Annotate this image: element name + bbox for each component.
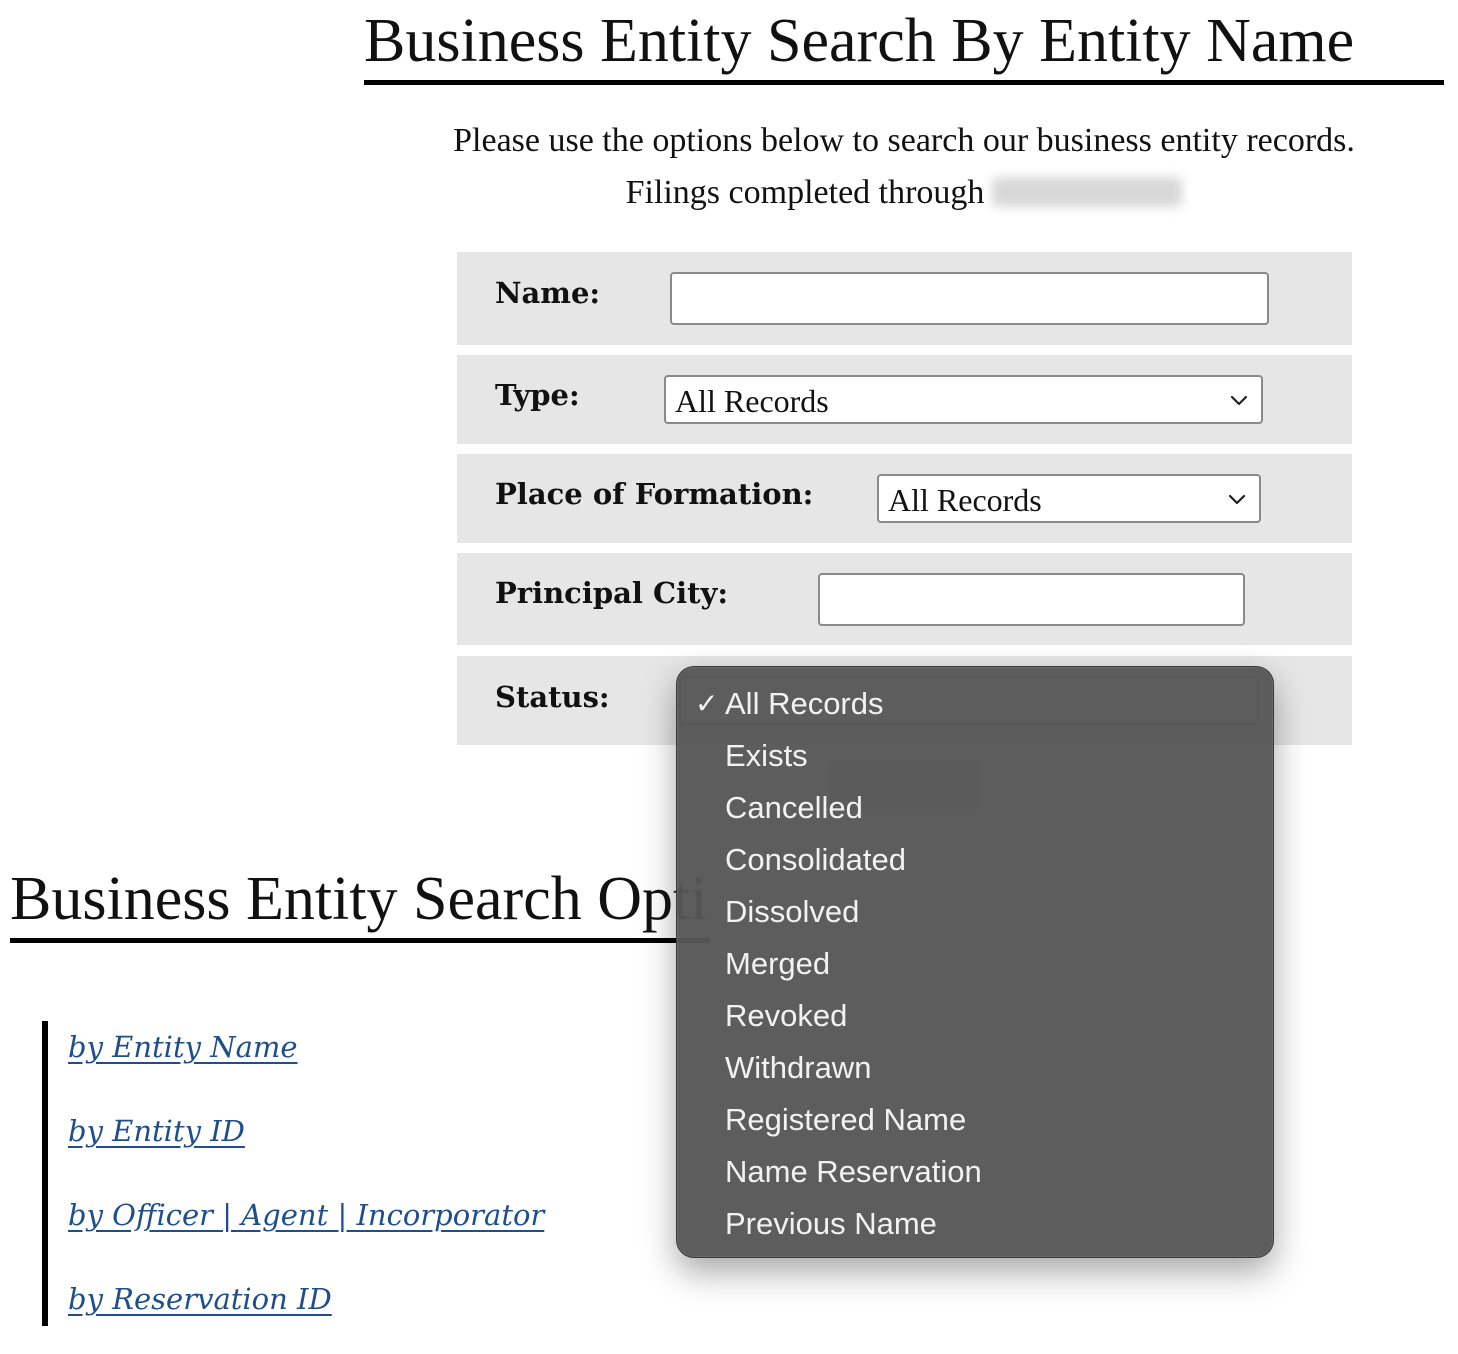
- status-label: Status:: [495, 680, 610, 714]
- link-by-officer-agent-incorporator[interactable]: by Officer | Agent | Incorporator: [68, 1197, 544, 1233]
- page-title: Business Entity Search By Entity Name: [364, 6, 1444, 85]
- type-row: Type: All Records: [457, 355, 1352, 444]
- place-of-formation-select-value: All Records: [888, 482, 1042, 518]
- name-row: Name:: [457, 252, 1352, 345]
- status-option-merged[interactable]: Merged: [677, 938, 1273, 990]
- status-option-dissolved[interactable]: Dissolved: [677, 886, 1273, 938]
- name-input[interactable]: [670, 272, 1269, 325]
- link-by-reservation-id[interactable]: by Reservation ID: [68, 1281, 332, 1317]
- status-option-exists[interactable]: Exists: [677, 730, 1273, 782]
- status-option-withdrawn[interactable]: Withdrawn: [677, 1042, 1273, 1094]
- status-option-consolidated[interactable]: Consolidated: [677, 834, 1273, 886]
- checkmark-icon: ✓: [695, 688, 719, 719]
- status-option-cancelled[interactable]: Cancelled: [677, 782, 1273, 834]
- links-divider-bar: [42, 1021, 48, 1326]
- link-by-entity-name[interactable]: by Entity Name: [68, 1029, 298, 1065]
- principal-city-label: Principal City:: [495, 576, 729, 610]
- intro-text: Please use the options below to search o…: [453, 122, 1355, 159]
- filings-completed-label: Filings completed through: [625, 174, 985, 211]
- status-dropdown-menu: ✓ All Records Exists Cancelled Consolida…: [676, 666, 1274, 1258]
- principal-city-input[interactable]: [818, 573, 1245, 626]
- status-option-revoked[interactable]: Revoked: [677, 990, 1273, 1042]
- status-option-all-records[interactable]: ✓ All Records: [677, 678, 1273, 730]
- status-option-registered-name[interactable]: Registered Name: [677, 1094, 1273, 1146]
- status-option-name-reservation[interactable]: Name Reservation: [677, 1146, 1273, 1198]
- link-by-entity-id[interactable]: by Entity ID: [68, 1113, 245, 1149]
- redacted-date: [992, 177, 1183, 207]
- chevron-down-icon: [1228, 494, 1246, 505]
- filings-completed-line: Filings completed through: [364, 173, 1444, 213]
- principal-city-row: Principal City:: [457, 553, 1352, 645]
- place-of-formation-select[interactable]: All Records: [877, 474, 1261, 523]
- search-options-heading: Business Entity Search Options: [10, 864, 710, 943]
- type-select-value: All Records: [675, 383, 829, 419]
- chevron-down-icon: [1230, 395, 1248, 406]
- place-of-formation-label: Place of Formation:: [495, 477, 814, 511]
- status-option-previous-name[interactable]: Previous Name: [677, 1198, 1273, 1250]
- type-select[interactable]: All Records: [664, 375, 1263, 424]
- place-of-formation-row: Place of Formation: All Records: [457, 454, 1352, 543]
- type-label: Type:: [495, 378, 580, 412]
- name-label: Name:: [495, 276, 601, 310]
